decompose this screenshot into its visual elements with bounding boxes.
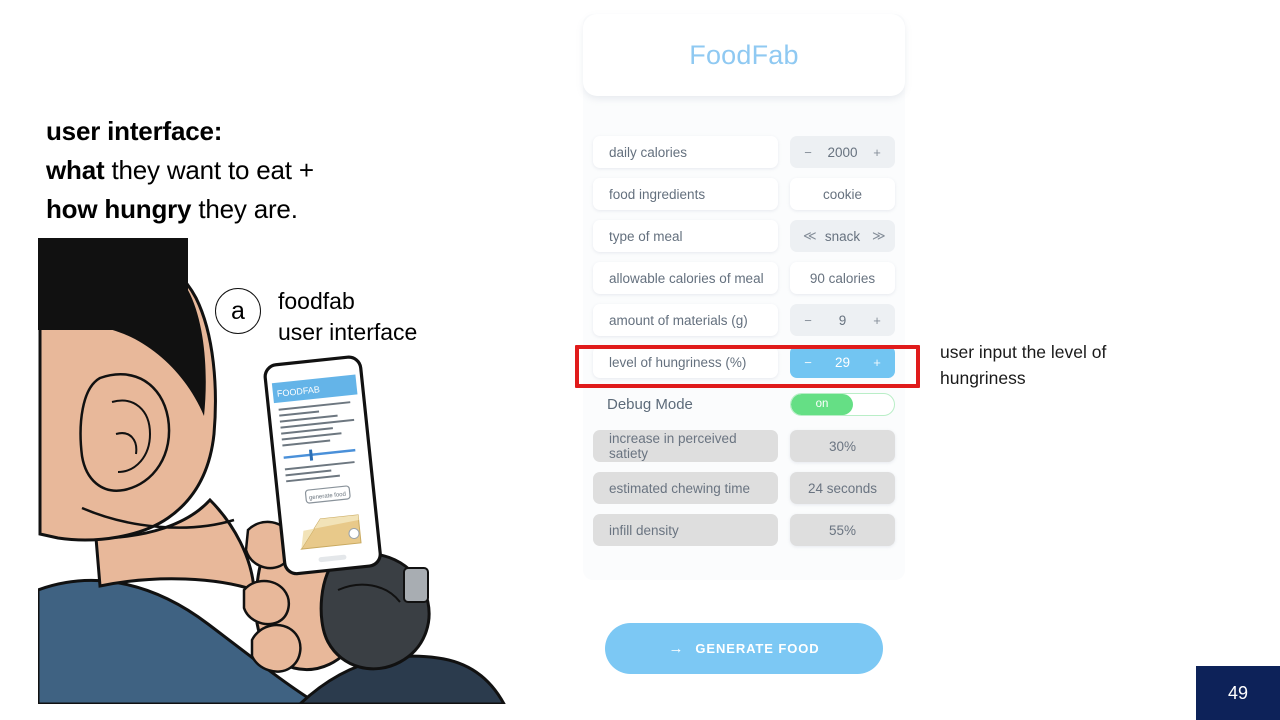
settings-row-value: snack [824,228,861,244]
stepper-control[interactable]: − 29 + [790,346,895,378]
settings-row: allowable calories of meal 90 calories [593,262,895,294]
decrement-icon[interactable]: − [803,145,813,160]
settings-row-value: 9 [838,312,847,328]
settings-rows: daily calories −2000 + food ingredients cook… [593,136,895,556]
settings-row: amount of materials (g) − 9 + [593,304,895,336]
debug-mode-toggle[interactable]: on [790,392,895,416]
illustration-person-holding-phone: FOODFAB generate food [38,238,508,704]
headline-line-1: user interface: [46,112,314,151]
settings-row-label: type of meal [593,220,778,252]
settings-row-value: 24 seconds [807,480,878,496]
headline-line-1-bold: user interface: [46,116,223,146]
settings-row-value: 30% [828,438,857,454]
settings-row-value: 55% [828,522,857,538]
value-display: 24 seconds [790,472,895,504]
settings-row-value: 2000 [827,144,858,160]
app-title: FoodFab [689,39,799,70]
carousel-control[interactable]: ≪ snack ≫ [790,220,895,252]
headline-line-2-rest: they want to eat + [104,155,314,185]
value-display: 55% [790,514,895,546]
settings-row-value: 90 calories [809,270,876,286]
headline-line-3-rest: they are. [191,194,298,224]
settings-row-label: estimated chewing time [593,472,778,504]
settings-row: Debug Mode on [593,388,895,420]
slide: user interface: what they want to eat + … [0,0,1280,720]
settings-row-label: infill density [593,514,778,546]
stepper-control[interactable]: −2000 + [790,136,895,168]
annotation-line-1: user input the level of [940,342,1107,362]
page-title: user interface: what they want to eat + … [46,112,314,229]
settings-row-label: allowable calories of meal [593,262,778,294]
settings-row-value: cookie [822,186,863,202]
settings-row: estimated chewing time 24 seconds [593,472,895,504]
decrement-icon[interactable]: − [803,313,813,328]
settings-row: daily calories −2000 + [593,136,895,168]
settings-row: level of hungriness (%) − 29 + [593,346,895,378]
value-display: 30% [790,430,895,462]
headline-line-2-bold: what [46,155,105,185]
value-display: 90 calories [790,262,895,294]
generate-food-button[interactable]: → GENERATE FOOD [605,623,883,674]
settings-row-label: daily calories [593,136,778,168]
increment-icon[interactable]: + [872,145,882,160]
settings-row: infill density 55% [593,514,895,546]
toggle-knob-label: on [791,393,853,415]
settings-row: food ingredients cookie [593,178,895,210]
settings-row-label: Debug Mode [607,395,693,413]
annotation-user-input: user input the level of hungriness [940,339,1190,391]
previous-icon[interactable]: ≪ [803,228,817,244]
generate-food-button-label: GENERATE FOOD [695,641,820,656]
settings-row-label: amount of materials (g) [593,304,778,336]
settings-row-label: increase in perceived satiety [593,430,778,462]
settings-row-label: level of hungriness (%) [593,346,778,378]
decrement-icon[interactable]: − [803,355,813,370]
value-display: cookie [790,178,895,210]
next-icon[interactable]: ≫ [872,228,886,244]
annotation-line-2: hungriness [940,368,1026,388]
increment-icon[interactable]: + [872,355,882,370]
increment-icon[interactable]: + [872,313,882,328]
slide-number-badge: 49 [1196,666,1280,720]
arrow-right-icon: → [668,640,685,657]
settings-row: type of meal ≪ snack ≫ [593,220,895,252]
settings-row-label: food ingredients [593,178,778,210]
stepper-control[interactable]: − 9 + [790,304,895,336]
app-header-card: FoodFab [583,14,905,96]
settings-row: increase in perceived satiety 30% [593,430,895,462]
settings-row-value: 29 [834,354,851,370]
headline-line-3-bold: how hungry [46,194,192,224]
headline-line-3: how hungry they are. [46,190,314,229]
headline-line-2: what they want to eat + [46,151,314,190]
